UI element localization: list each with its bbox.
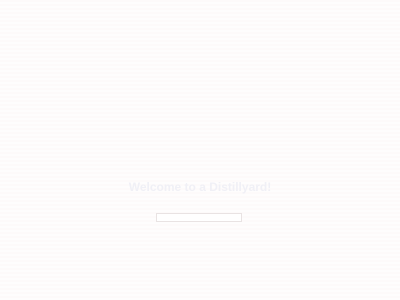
page-background xyxy=(0,0,400,300)
welcome-heading: Welcome to a Distillyard! xyxy=(128,180,272,194)
search-input[interactable] xyxy=(156,213,242,222)
